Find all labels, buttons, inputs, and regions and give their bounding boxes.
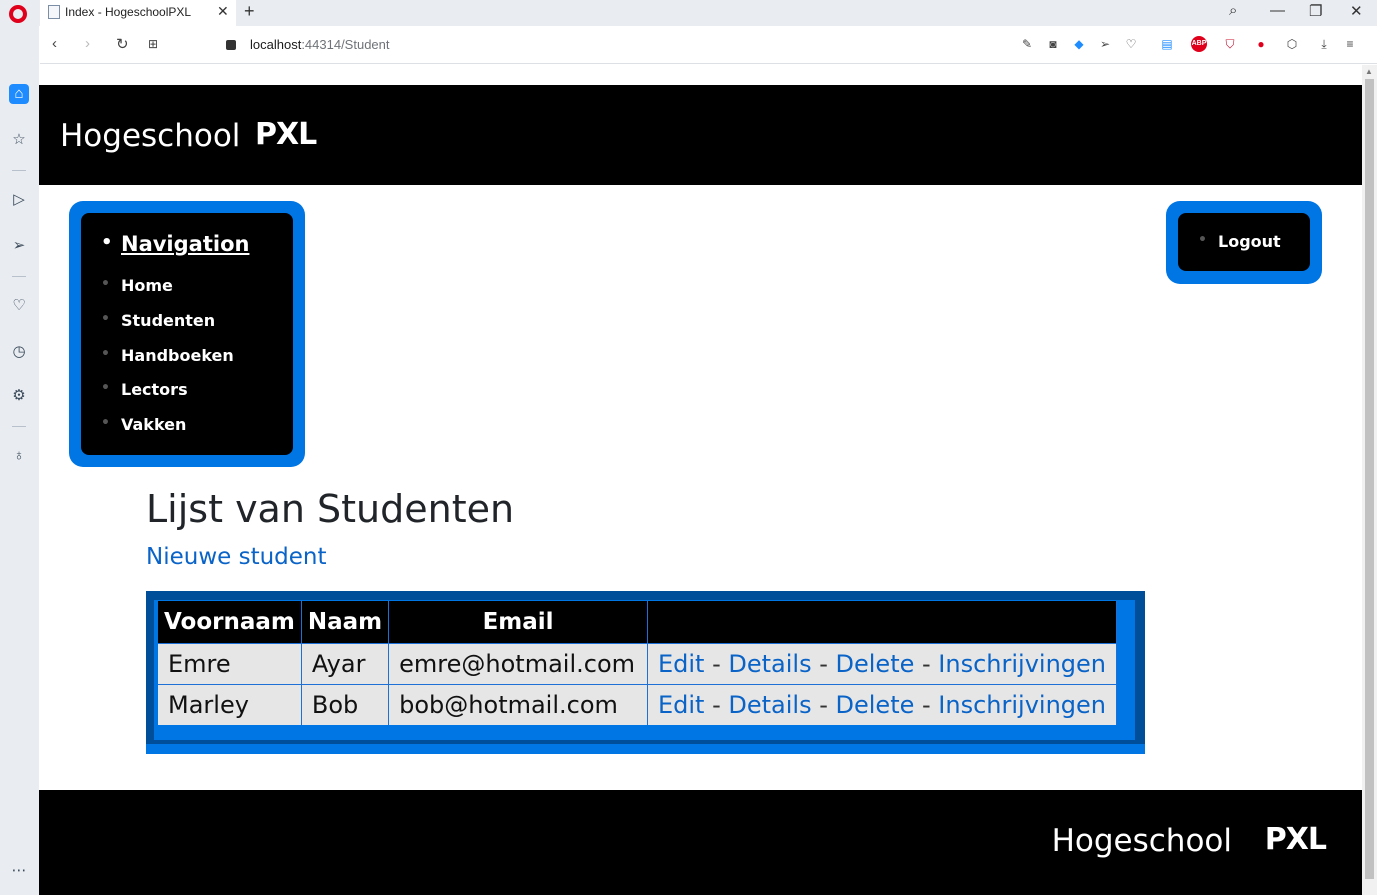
students-table: Voornaam Naam Email Emre Ayar emre@hotma… bbox=[158, 601, 1118, 725]
minimize-icon[interactable]: — bbox=[1270, 2, 1285, 19]
send-icon[interactable]: ➢ bbox=[9, 236, 29, 256]
send-icon[interactable]: ➢ bbox=[1097, 36, 1113, 52]
nav-item-vakken[interactable]: Vakken bbox=[101, 415, 187, 434]
navigation-panel-inner: Navigation Home Studenten Handboeken Lec… bbox=[81, 213, 293, 455]
sidebar-divider bbox=[12, 426, 26, 427]
browser-tab-bar: Index - HogeschoolPXL ✕ + ⌕ — ❐ ✕ bbox=[0, 0, 1377, 26]
cell-voornaam: Marley bbox=[158, 683, 302, 725]
new-tab-icon[interactable]: + bbox=[244, 1, 255, 22]
action-separator: - bbox=[914, 649, 939, 678]
record-icon[interactable]: ● bbox=[1253, 36, 1269, 52]
lightbulb-icon[interactable]: ♁ bbox=[9, 446, 29, 466]
restore-icon[interactable]: ❐ bbox=[1309, 2, 1322, 20]
url-path: :44314/Student bbox=[301, 37, 390, 52]
history-icon[interactable]: ◷ bbox=[9, 342, 29, 362]
page-title: Lijst van Studenten bbox=[146, 487, 515, 531]
logout-link[interactable]: Logout bbox=[1198, 232, 1281, 251]
sidebar-divider bbox=[12, 276, 26, 277]
window-close-icon[interactable]: ✕ bbox=[1350, 2, 1363, 20]
nav-item-lectors[interactable]: Lectors bbox=[101, 380, 187, 399]
share-icon[interactable]: ✎ bbox=[1019, 36, 1035, 52]
navigation-panel: Navigation Home Studenten Handboeken Lec… bbox=[69, 201, 305, 467]
cell-email: bob@hotmail.com bbox=[388, 683, 648, 725]
details-link[interactable]: Details bbox=[728, 691, 811, 719]
browser-sidebar: ⌂ ☆ ▷ ➢ ♡ ◷ ⚙ ♁ ⋯ bbox=[0, 26, 39, 895]
delete-link[interactable]: Delete bbox=[836, 650, 915, 678]
footer-brand: Hogeschool bbox=[1051, 823, 1232, 859]
cell-naam: Ayar bbox=[301, 642, 390, 684]
player-icon[interactable]: ▷ bbox=[9, 190, 29, 210]
edit-link[interactable]: Edit bbox=[658, 691, 704, 719]
speed-dial-icon[interactable]: ☆ bbox=[9, 130, 29, 150]
action-separator: - bbox=[914, 690, 939, 719]
table-row: Emre Ayar emre@hotmail.com Edit - Detail… bbox=[158, 642, 1118, 684]
column-header-voornaam: Voornaam bbox=[158, 601, 302, 643]
navigation-heading[interactable]: Navigation bbox=[101, 232, 250, 256]
new-student-link[interactable]: Nieuwe student bbox=[146, 544, 327, 570]
column-header-actions bbox=[647, 601, 1118, 643]
table-row: Marley Bob bob@hotmail.com Edit - Detail… bbox=[158, 683, 1118, 725]
page-scrollbar[interactable]: ▲ bbox=[1362, 65, 1377, 895]
url-host: localhost bbox=[250, 37, 302, 52]
browser-tab[interactable]: Index - HogeschoolPXL ✕ bbox=[40, 0, 236, 26]
logout-panel-inner: Logout bbox=[1178, 213, 1310, 271]
action-separator: - bbox=[811, 690, 836, 719]
search-tabs-icon[interactable]: ⌕ bbox=[1229, 2, 1237, 19]
pxl-logo-icon: PXL bbox=[255, 117, 317, 152]
cell-actions: Edit - Details - Delete - Inschrijvingen bbox=[647, 642, 1118, 684]
adblock-icon[interactable]: ABP bbox=[1191, 36, 1207, 52]
address-bar: ‹ › ↻ ⊞ localhost:44314/Student ✎ ◙ ◆ ➢ … bbox=[40, 26, 1377, 64]
camera-icon[interactable]: ◙ bbox=[1045, 36, 1061, 52]
opera-logo-icon[interactable] bbox=[9, 5, 27, 23]
cube-icon[interactable]: ⬡ bbox=[1284, 36, 1300, 52]
privacy-badge-icon[interactable]: ⛉ bbox=[1222, 36, 1238, 52]
heart-icon[interactable]: ♡ bbox=[9, 296, 29, 316]
students-table-frame: Voornaam Naam Email Emre Ayar emre@hotma… bbox=[146, 591, 1145, 754]
inschrijvingen-link[interactable]: Inschrijvingen bbox=[938, 691, 1106, 719]
cell-voornaam: Emre bbox=[158, 642, 302, 684]
download-icon[interactable]: ⤓ bbox=[1316, 36, 1332, 52]
lock-icon bbox=[226, 40, 236, 50]
column-header-naam: Naam bbox=[301, 601, 390, 643]
reload-icon[interactable]: ↻ bbox=[116, 35, 129, 53]
logout-panel: Logout bbox=[1166, 201, 1322, 284]
site-brand[interactable]: Hogeschool bbox=[60, 118, 240, 154]
tab-close-icon[interactable]: ✕ bbox=[217, 3, 229, 20]
shield-icon[interactable]: ◆ bbox=[1071, 36, 1087, 52]
nav-item-home[interactable]: Home bbox=[101, 276, 173, 295]
nav-item-handboeken[interactable]: Handboeken bbox=[101, 346, 234, 365]
url-field[interactable]: localhost:44314/Student bbox=[226, 37, 390, 52]
forward-icon[interactable]: › bbox=[85, 35, 90, 52]
heart-icon[interactable]: ♡ bbox=[1123, 36, 1139, 52]
cell-email: emre@hotmail.com bbox=[388, 642, 648, 684]
back-icon[interactable]: ‹ bbox=[52, 35, 57, 52]
more-icon[interactable]: ⋯ bbox=[9, 861, 29, 881]
sidebar-divider bbox=[12, 170, 26, 171]
extension-icon[interactable]: ▤ bbox=[1159, 36, 1175, 52]
inschrijvingen-link[interactable]: Inschrijvingen bbox=[938, 650, 1106, 678]
tabs-grid-icon[interactable]: ⊞ bbox=[148, 37, 158, 51]
site-header: Hogeschool PXL bbox=[39, 85, 1362, 185]
tab-title: Index - HogeschoolPXL bbox=[65, 5, 192, 19]
scroll-up-icon[interactable]: ▲ bbox=[1365, 67, 1373, 76]
scroll-thumb[interactable] bbox=[1365, 79, 1374, 879]
nav-item-studenten[interactable]: Studenten bbox=[101, 311, 215, 330]
settings-gear-icon[interactable]: ⚙ bbox=[9, 386, 29, 406]
home-icon[interactable]: ⌂ bbox=[9, 84, 29, 104]
delete-link[interactable]: Delete bbox=[836, 691, 915, 719]
action-separator: - bbox=[811, 649, 836, 678]
table-header-row: Voornaam Naam Email bbox=[158, 601, 1118, 643]
details-link[interactable]: Details bbox=[728, 650, 811, 678]
action-separator: - bbox=[704, 690, 729, 719]
site-footer: Hogeschool PXL bbox=[39, 790, 1362, 895]
web-page: Hogeschool PXL Navigation Home Studenten… bbox=[39, 65, 1362, 895]
column-header-email: Email bbox=[388, 601, 648, 643]
action-separator: - bbox=[704, 649, 729, 678]
edit-link[interactable]: Edit bbox=[658, 650, 704, 678]
menu-icon[interactable]: ≡ bbox=[1342, 36, 1358, 52]
cell-actions: Edit - Details - Delete - Inschrijvingen bbox=[647, 683, 1118, 725]
footer-pxl-logo-icon: PXL bbox=[1264, 822, 1327, 857]
page-favicon-icon bbox=[48, 5, 60, 19]
cell-naam: Bob bbox=[301, 683, 390, 725]
